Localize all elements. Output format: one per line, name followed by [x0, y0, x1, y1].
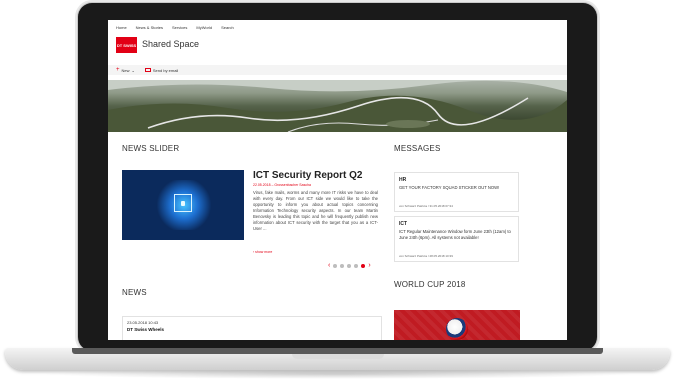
chevron-down-icon: ⌄	[131, 67, 135, 73]
news-slider-title[interactable]: ICT Security Report Q2	[253, 170, 362, 181]
message-title: ICT	[399, 221, 408, 227]
pager-dot-2[interactable]	[340, 263, 345, 268]
message-card[interactable]: ICT ICT Regular Maintenance Window form …	[394, 216, 519, 262]
laptop-notch	[292, 354, 384, 359]
message-meta: von Schwarz Patricia / 28.05.2018 10:39	[399, 254, 453, 258]
message-body: ICT Regular Maintenance Window form June…	[399, 229, 511, 240]
news-slider-heading: NEWS SLIDER	[122, 144, 180, 153]
news-slider-body: Virus, fake mails, worms and many more I…	[253, 190, 378, 231]
read-more-link[interactable]: › show more	[253, 250, 272, 254]
messages-heading: MESSAGES	[394, 144, 441, 153]
message-meta: von Schwarz Patricia / 31.05.2018 07:34	[399, 204, 453, 208]
world-cup-heading: WORLD CUP 2018	[394, 280, 466, 289]
plus-icon: +	[116, 67, 120, 73]
lock-icon	[174, 194, 192, 212]
top-navigation: Home News & Stories Services MyWorld Sea…	[116, 25, 234, 30]
pager-dot-1[interactable]	[333, 263, 338, 268]
site-logo[interactable]: DT SWISS	[116, 37, 137, 53]
news-slider-meta: 22.05.2018 – Grossenbacher Sascha	[253, 183, 311, 187]
nav-item-services[interactable]: Services	[172, 25, 187, 30]
message-card[interactable]: HR GET YOUR FACTORY SQUAD STICKER OUT NO…	[394, 172, 519, 212]
news-list-item[interactable]: 23.05.2018 10:43 DT Swiss Wheels	[122, 316, 382, 340]
news-item-date: 23.05.2018 10:43	[127, 320, 159, 325]
logo-text: DT SWISS	[116, 42, 137, 48]
nav-item-myworld[interactable]: MyWorld	[196, 25, 212, 30]
nav-item-home[interactable]: Home	[116, 25, 127, 30]
read-more-label: show more	[255, 250, 273, 254]
laptop-screen: Home News & Stories Services MyWorld Sea…	[108, 20, 567, 340]
message-body: GET YOUR FACTORY SQUAD STICKER OUT NOW!	[399, 185, 500, 190]
chevron-right-icon[interactable]: ›	[368, 262, 370, 269]
chevron-right-icon: ›	[253, 250, 255, 254]
envelope-icon	[144, 68, 151, 72]
site-title[interactable]: Shared Space	[142, 39, 199, 49]
news-slider-card[interactable]: ICT Security Report Q2 22.05.2018 – Gros…	[122, 170, 378, 262]
command-bar: + New ⌄ Send by email	[108, 65, 567, 75]
nav-item-search[interactable]: Search	[221, 25, 234, 30]
chevron-left-icon[interactable]: ‹	[328, 262, 330, 269]
world-cup-image[interactable]	[394, 310, 520, 340]
send-by-email-button[interactable]: Send by email	[144, 67, 179, 73]
new-label: New	[121, 67, 130, 73]
pager-dot-5[interactable]	[361, 263, 366, 268]
hero-landscape	[108, 80, 567, 132]
laptop-shadow	[40, 369, 635, 379]
hero-banner-image	[108, 80, 567, 132]
pager-dot-3[interactable]	[347, 263, 352, 268]
pager-dot-4[interactable]	[354, 263, 359, 268]
news-heading: NEWS	[122, 288, 147, 297]
football-icon	[446, 318, 468, 340]
news-item-title[interactable]: DT Swiss Wheels	[127, 327, 164, 332]
send-by-email-label: Send by email	[152, 67, 179, 73]
new-button[interactable]: + New ⌄	[116, 67, 135, 73]
slider-pager: ‹ ›	[328, 262, 371, 269]
news-slider-image	[122, 170, 244, 240]
nav-item-news-stories[interactable]: News & Stories	[136, 25, 163, 30]
message-title: HR	[399, 177, 407, 183]
